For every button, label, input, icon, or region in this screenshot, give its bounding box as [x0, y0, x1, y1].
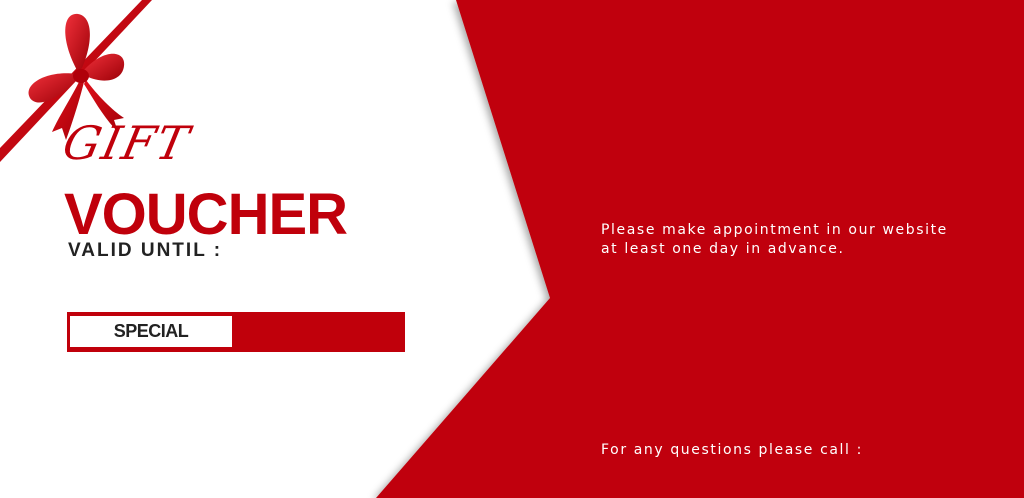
- special-box: SPECIAL: [70, 316, 232, 347]
- gift-voucher: GIFT VOUCHER VALID UNTIL : SPECIAL Pleas…: [0, 0, 1024, 498]
- special-bar: SPECIAL: [67, 312, 405, 352]
- valid-until-label: VALID UNTIL :: [68, 240, 223, 261]
- appointment-info-line-1: Please make appointment in our website: [601, 222, 948, 238]
- appointment-info-line-2: at least one day in advance.: [601, 241, 845, 257]
- gift-heading: GIFT: [58, 116, 196, 170]
- special-label: SPECIAL: [113, 321, 189, 341]
- voucher-heading: VOUCHER: [64, 182, 348, 247]
- appointment-info: Please make appointment in our website a…: [601, 221, 948, 259]
- contact-call-label: For any questions please call :: [601, 442, 863, 458]
